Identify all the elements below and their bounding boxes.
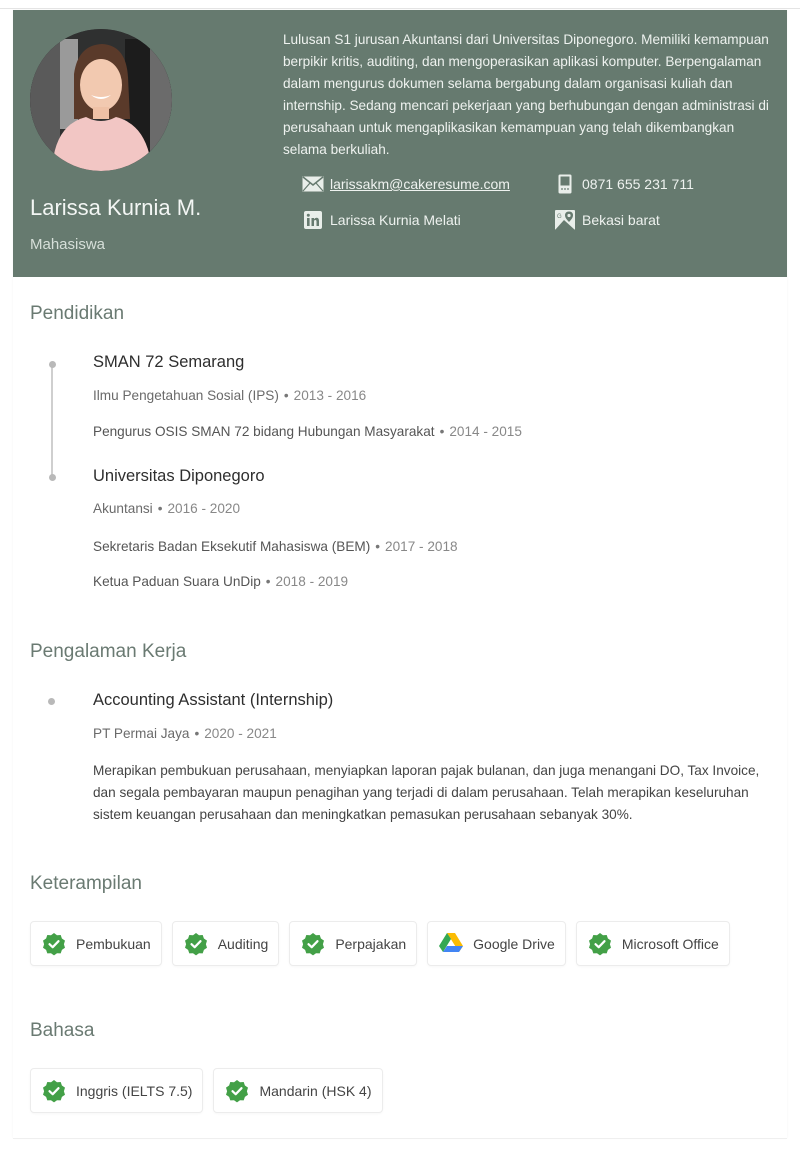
linkedin-icon	[302, 210, 324, 230]
mail-icon	[302, 174, 324, 194]
education-activity: Ketua Paduan Suara UnDip • 2018 - 2019	[93, 574, 348, 589]
language-label: Inggris (IELTS 7.5)	[76, 1082, 193, 1099]
contact-location: G Bekasi barat	[554, 210, 660, 230]
profile-photo	[30, 29, 172, 171]
google-drive-icon	[438, 931, 464, 957]
activity-years: 2017 - 2018	[385, 539, 458, 554]
email-link[interactable]: larissakm@cakeresume.com	[330, 176, 510, 192]
activity-name: Ketua Paduan Suara UnDip	[93, 574, 261, 589]
skill-label: Google Drive	[473, 935, 555, 952]
experience-description: Merapikan pembukuan perusahaan, menyiapk…	[93, 763, 760, 822]
separator-dot: •	[283, 388, 289, 403]
activity-name: Pengurus OSIS SMAN 72 bidang Hubungan Ma…	[93, 424, 435, 439]
skills-list: Pembukuan Auditing Perpajakan Google Drive M…	[30, 921, 730, 966]
language-chip: Mandarin (HSK 4)	[213, 1068, 383, 1113]
education-field: Akuntansi	[93, 501, 153, 516]
location-text: Bekasi barat	[582, 212, 660, 228]
experience-years: 2020 - 2021	[204, 726, 277, 741]
skill-label: Auditing	[217, 935, 269, 952]
skill-label: Pembukuan	[76, 935, 151, 952]
education-school: SMAN 72 Semarang	[93, 353, 245, 371]
languages-heading: Bahasa	[30, 1020, 95, 1041]
education-years: 2016 - 2020	[167, 501, 241, 516]
education-meta: Akuntansi • 2016 - 2020	[93, 501, 240, 516]
profile-header: Larissa Kurnia M. Mahasiswa Lulusan S1 j…	[13, 10, 787, 277]
separator-dot: •	[157, 501, 163, 516]
activity-name: Sekretaris Badan Eksekutif Mahasiswa (BE…	[93, 539, 371, 554]
education-activity: Pengurus OSIS SMAN 72 bidang Hubungan Ma…	[93, 424, 522, 439]
language-chip: Inggris (IELTS 7.5)	[30, 1068, 204, 1113]
contact-phone: 0871 655 231 711	[554, 174, 694, 194]
experience-role: Accounting Assistant (Internship)	[93, 691, 334, 709]
education-meta: Ilmu Pengetahuan Sosial (IPS) • 2013 - 201…	[93, 388, 366, 403]
verified-badge-icon	[183, 931, 209, 957]
education-field: Ilmu Pengetahuan Sosial (IPS)	[93, 388, 279, 403]
phone-icon	[554, 174, 576, 194]
skill-chip: Microsoft Office	[575, 921, 730, 966]
languages-list: Inggris (IELTS 7.5) Mandarin (HSK 4)	[30, 1068, 383, 1113]
verified-badge-icon	[587, 931, 613, 957]
verified-badge-icon	[224, 1078, 250, 1104]
separator-dot: •	[265, 574, 271, 589]
profile-summary: Lulusan S1 jurusan Akuntansi dari Univer…	[283, 32, 769, 157]
linkedin-name[interactable]: Larissa Kurnia Melati	[330, 212, 461, 228]
timeline-dot	[48, 698, 55, 705]
education-heading: Pendidikan	[30, 303, 125, 324]
separator-dot: •	[439, 424, 445, 439]
skill-label: Microsoft Office	[621, 935, 719, 952]
skill-chip: Pembukuan	[30, 921, 162, 966]
verified-badge-icon	[300, 931, 326, 957]
activity-years: 2014 - 2015	[449, 424, 522, 439]
verified-badge-icon	[41, 931, 67, 957]
experience-heading: Pengalaman Kerja	[30, 641, 187, 662]
education-school: Universitas Diponegoro	[93, 467, 265, 485]
language-label: Mandarin (HSK 4)	[259, 1082, 372, 1099]
contact-email[interactable]: larissakm@cakeresume.com	[302, 174, 510, 194]
skill-label: Perpajakan	[335, 935, 407, 952]
top-divider	[0, 8, 800, 9]
page-bottom-divider	[13, 1138, 787, 1139]
separator-dot: •	[375, 539, 381, 554]
experience-meta: PT Permai Jaya • 2020 - 2021	[93, 726, 277, 741]
experience-company: PT Permai Jaya	[93, 726, 190, 741]
skills-heading: Keterampilan	[30, 873, 142, 894]
map-pin-icon: G	[554, 210, 576, 230]
avatar	[30, 29, 172, 171]
contact-linkedin[interactable]: Larissa Kurnia Melati	[302, 210, 461, 230]
activity-years: 2018 - 2019	[275, 574, 349, 589]
skill-chip: Perpajakan	[289, 921, 418, 966]
skill-chip: Auditing	[171, 921, 280, 966]
phone-number: 0871 655 231 711	[582, 176, 694, 192]
education-activity: Sekretaris Badan Eksekutif Mahasiswa (BE…	[93, 539, 458, 554]
education-years: 2013 - 2016	[293, 388, 367, 403]
education-timeline	[51, 365, 53, 478]
timeline-dot	[49, 474, 56, 481]
verified-badge-icon	[41, 1078, 67, 1104]
profile-name: Larissa Kurnia M.	[30, 195, 202, 220]
skill-chip: Google Drive	[427, 921, 566, 966]
timeline-dot	[49, 361, 56, 368]
separator-dot: •	[194, 726, 200, 741]
svg-text:G: G	[557, 214, 562, 220]
profile-title: Mahasiswa	[30, 236, 106, 253]
